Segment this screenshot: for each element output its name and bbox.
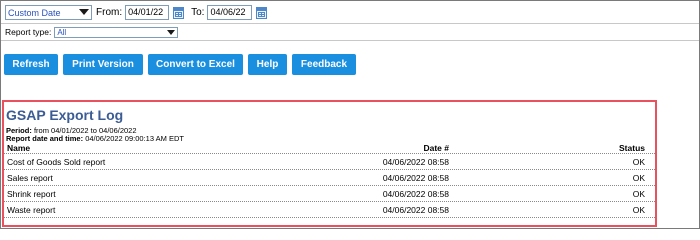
row-status: OK bbox=[632, 172, 645, 183]
feedback-button[interactable]: Feedback bbox=[292, 54, 356, 75]
chevron-down-icon bbox=[79, 9, 89, 15]
table-header: Name Date # Status bbox=[4, 143, 655, 154]
table-row: Cost of Goods Sold report 04/06/2022 08:… bbox=[4, 154, 655, 170]
to-label: To: bbox=[191, 7, 205, 18]
to-date-input[interactable]: 04/06/22 bbox=[207, 5, 253, 20]
print-version-button[interactable]: Print Version bbox=[63, 54, 143, 75]
divider bbox=[1, 40, 699, 41]
row-name: Cost of Goods Sold report bbox=[7, 156, 106, 167]
divider bbox=[1, 23, 699, 24]
datetime-label: Report date and time: bbox=[6, 134, 84, 143]
report-datetime: Report date and time: 04/06/2022 09:00:1… bbox=[6, 134, 184, 143]
from-date-input[interactable]: 04/01/22 bbox=[125, 5, 170, 20]
row-status: OK bbox=[632, 156, 645, 167]
toolbar: Refresh Print Version Convert to Excel H… bbox=[4, 54, 361, 75]
calendar-icon[interactable] bbox=[255, 6, 268, 20]
from-label: From: bbox=[96, 7, 123, 18]
row-name: Shrink report bbox=[7, 188, 56, 199]
calendar-icon[interactable] bbox=[172, 6, 185, 20]
table-row: Shrink report 04/06/2022 08:58 OK bbox=[4, 186, 655, 202]
convert-to-excel-button[interactable]: Convert to Excel bbox=[148, 54, 243, 75]
report-type-value: All bbox=[57, 27, 67, 37]
column-header-status: Status bbox=[619, 143, 645, 153]
help-button[interactable]: Help bbox=[248, 54, 287, 75]
row-date: 04/06/2022 08:58 bbox=[382, 156, 449, 167]
table-row: Waste report 04/06/2022 08:58 OK bbox=[4, 202, 655, 218]
date-range-select[interactable]: Custom Date bbox=[5, 5, 92, 20]
row-date: 04/06/2022 08:58 bbox=[382, 204, 449, 215]
column-header-date: Date # bbox=[423, 143, 449, 153]
row-name: Sales report bbox=[7, 172, 53, 183]
table-row: Sales report 04/06/2022 08:58 OK bbox=[4, 170, 655, 186]
report-panel: GSAP Export Log Period: from 04/01/2022 … bbox=[2, 100, 657, 227]
datetime-value: 04/06/2022 09:00:13 AM EDT bbox=[85, 134, 185, 143]
report-type-label: Report type: bbox=[5, 27, 52, 37]
report-title: GSAP Export Log bbox=[6, 107, 124, 123]
report-type-select[interactable]: All bbox=[54, 26, 179, 38]
row-date: 04/06/2022 08:58 bbox=[382, 188, 449, 199]
row-name: Waste report bbox=[7, 204, 56, 215]
refresh-button[interactable]: Refresh bbox=[4, 54, 58, 75]
export-log-table: Name Date # Status Cost of Goods Sold re… bbox=[4, 143, 655, 218]
chevron-down-icon bbox=[167, 29, 176, 35]
row-date: 04/06/2022 08:58 bbox=[382, 172, 449, 183]
date-range-value: Custom Date bbox=[8, 7, 61, 18]
date-filter-row: Custom Date From: 04/01/22 To: 04/06/22 bbox=[5, 4, 268, 21]
column-header-name: Name bbox=[7, 143, 31, 153]
row-status: OK bbox=[632, 188, 645, 199]
report-type-row: Report type: All bbox=[5, 26, 179, 38]
row-status: OK bbox=[632, 204, 645, 215]
